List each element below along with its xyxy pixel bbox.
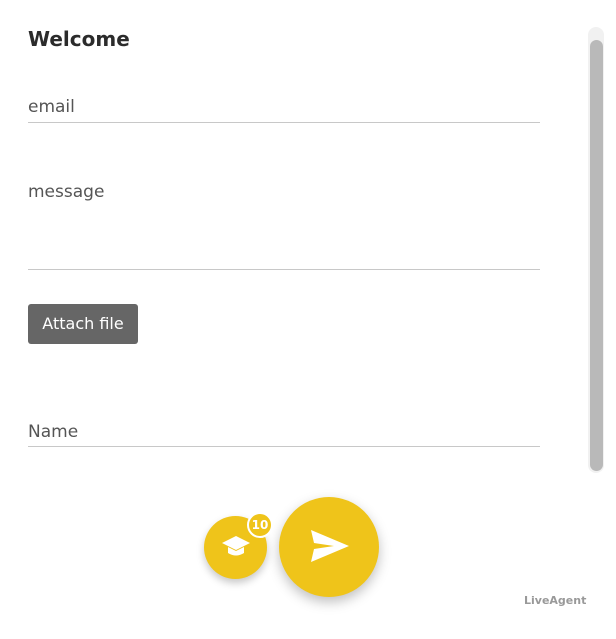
graduation-cap-icon <box>222 536 250 556</box>
name-placeholder: Name <box>28 422 79 442</box>
notification-badge: 10 <box>247 512 273 538</box>
message-field[interactable]: message <box>28 180 540 270</box>
contact-form-page: Welcome email message Attach file Name 1… <box>0 0 616 639</box>
form-title: Welcome <box>28 27 130 51</box>
send-icon <box>311 530 349 562</box>
send-button[interactable] <box>279 497 379 597</box>
brand-label[interactable]: LiveAgent <box>524 594 586 607</box>
email-placeholder: email <box>28 97 75 117</box>
name-field[interactable]: Name <box>28 420 540 447</box>
attach-file-button[interactable]: Attach file <box>28 304 138 344</box>
email-field[interactable]: email <box>28 96 540 123</box>
message-placeholder: message <box>28 182 105 202</box>
scrollbar-thumb[interactable] <box>590 40 603 471</box>
